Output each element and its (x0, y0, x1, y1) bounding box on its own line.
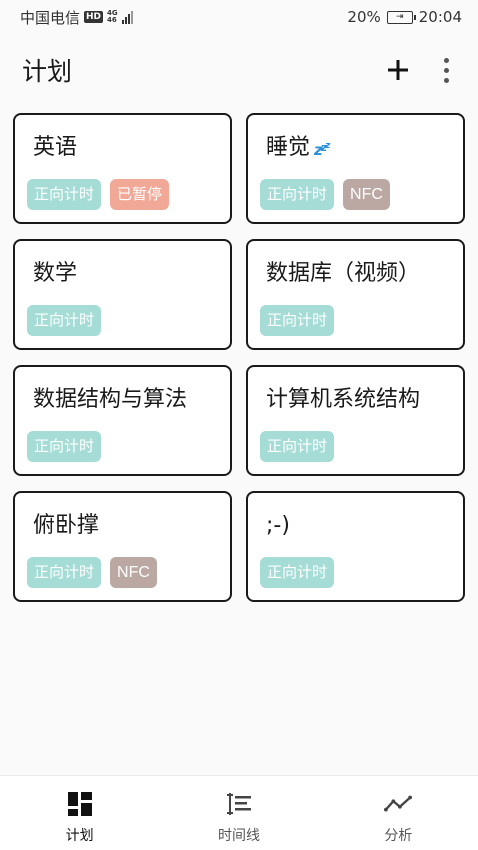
plan-card-1[interactable]: 睡觉 zzz 正向计时 NFC (246, 113, 465, 224)
more-dot-icon (443, 67, 449, 73)
plan-title: 睡觉 zzz (261, 133, 450, 163)
plan-tags: 正向计时 已暂停 (27, 179, 170, 210)
timer-mode-tag: 正向计时 (260, 179, 335, 210)
plan-title: 数据结构与算法 (28, 385, 217, 415)
plan-tags: 正向计时 (27, 305, 102, 336)
nav-item-plans[interactable]: 计划 (0, 776, 159, 850)
timeline-icon (225, 790, 253, 818)
more-options-button[interactable] (436, 50, 456, 90)
timer-mode-tag: 正向计时 (260, 431, 335, 462)
network-type-bottom: 46 (107, 16, 117, 24)
dashboard-icon (66, 790, 94, 818)
plan-title: 计算机系统结构 (261, 385, 450, 415)
plan-title-text: 英语 (33, 135, 78, 160)
timer-mode-tag: 正向计时 (27, 305, 102, 336)
more-dot-icon (443, 77, 449, 83)
plan-tags: 正向计时 (260, 557, 335, 588)
battery-percent: 20% (347, 8, 381, 26)
hd-badge: HD (84, 11, 104, 23)
paused-tag: 已暂停 (110, 179, 170, 210)
plan-title: ;-) (261, 511, 450, 541)
nav-label: 计划 (65, 828, 94, 844)
plan-title-text: ;-) (266, 513, 290, 538)
plan-title-text: 数据库（视频） (266, 261, 421, 286)
nav-label: 分析 (384, 828, 413, 844)
nav-label: 时间线 (217, 828, 260, 844)
status-left: 中国电信 HD 4G 46 (20, 7, 133, 28)
nfc-tag: NFC (110, 557, 157, 588)
plus-icon (388, 60, 408, 80)
plan-tags: 正向计时 NFC (27, 557, 157, 588)
battery-icon: ⇥ (386, 10, 416, 24)
signal-icon (121, 10, 133, 24)
plan-card-5[interactable]: 计算机系统结构 正向计时 (246, 365, 465, 476)
nfc-tag: NFC (343, 179, 390, 210)
plan-tags: 正向计时 (27, 431, 102, 462)
plan-card-3[interactable]: 数据库（视频） 正向计时 (246, 239, 465, 350)
plan-card-0[interactable]: 英语 正向计时 已暂停 (13, 113, 232, 224)
plan-card-6[interactable]: 俯卧撑 正向计时 NFC (13, 491, 232, 602)
plan-tags: 正向计时 (260, 431, 335, 462)
plan-title: 英语 (28, 133, 217, 163)
plan-title-text: 数学 (33, 261, 78, 286)
plan-card-2[interactable]: 数学 正向计时 (13, 239, 232, 350)
plan-title: 数据库（视频） (261, 259, 450, 289)
plan-tags: 正向计时 NFC (260, 179, 390, 210)
plan-grid: 英语 正向计时 已暂停 睡觉 zzz 正向计时 NFC 数学 正向计时 数据库（… (13, 113, 465, 602)
plan-card-4[interactable]: 数据结构与算法 正向计时 (13, 365, 232, 476)
timer-mode-tag: 正向计时 (27, 179, 102, 210)
trend-icon (384, 790, 413, 818)
status-right: 20% ⇥ 20:04 (347, 8, 462, 26)
plan-title-text: 数据结构与算法 (33, 387, 188, 412)
nav-item-timeline[interactable]: 时间线 (159, 776, 318, 850)
timer-mode-tag: 正向计时 (27, 557, 102, 588)
timer-mode-tag: 正向计时 (27, 431, 102, 462)
plan-card-7[interactable]: ;-) 正向计时 (246, 491, 465, 602)
plan-title-text: 睡觉 (266, 135, 311, 160)
plan-title: 俯卧撑 (28, 511, 217, 541)
timer-mode-tag: 正向计时 (260, 557, 335, 588)
plan-title: 数学 (28, 259, 217, 289)
carrier-name: 中国电信 (20, 8, 81, 27)
bottom-nav: 计划 时间线 分析 (0, 775, 478, 850)
status-bar: 中国电信 HD 4G 46 20% ⇥ 20:04 (0, 0, 478, 34)
zzz-icon: zzz (314, 141, 331, 159)
page-title: 计划 (22, 57, 73, 86)
plan-tags: 正向计时 (260, 305, 335, 336)
add-plan-button[interactable] (378, 50, 418, 90)
plan-title-text: 计算机系统结构 (266, 387, 421, 412)
nav-item-analysis[interactable]: 分析 (319, 776, 478, 850)
clock: 20:04 (418, 8, 462, 26)
timer-mode-tag: 正向计时 (260, 305, 335, 336)
app-bar: 计划 (0, 44, 478, 96)
more-dot-icon (443, 57, 449, 63)
network-type: 4G 46 (107, 10, 118, 24)
plan-title-text: 俯卧撑 (33, 513, 100, 538)
